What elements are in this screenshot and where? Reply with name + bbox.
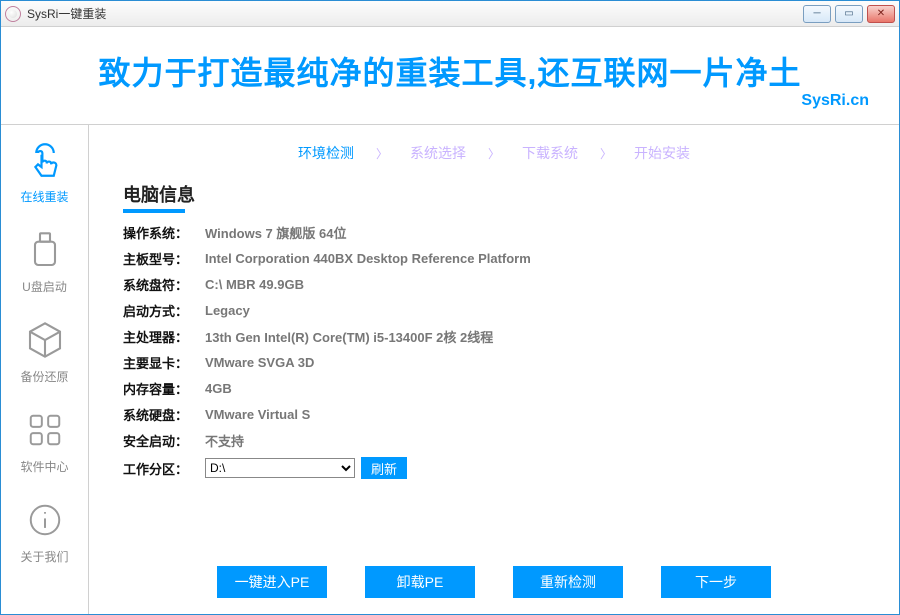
next-button[interactable]: 下一步	[661, 566, 771, 598]
chevron-right-icon: 〉	[600, 145, 612, 162]
sidebar-item-label: 软件中心	[20, 458, 68, 475]
step-download: 下载系统	[522, 143, 578, 163]
info-label: 启动方式：	[123, 301, 205, 320]
box-icon	[21, 316, 69, 364]
info-label: 系统硬盘：	[123, 405, 205, 424]
info-value: Windows 7 旗舰版 64位	[205, 223, 346, 242]
info-value: 13th Gen Intel(R) Core(TM) i5-13400F 2核 …	[205, 327, 493, 346]
info-cpu: 主处理器： 13th Gen Intel(R) Core(TM) i5-1340…	[123, 327, 865, 346]
info-value: VMware SVGA 3D	[205, 355, 314, 370]
grid-icon	[21, 406, 69, 454]
chevron-right-icon: 〉	[376, 145, 388, 162]
info-value: C:\ MBR 49.9GB	[205, 277, 304, 292]
sidebar: 在线重装 U盘启动 备份还原 软件中心	[1, 125, 89, 614]
info-value: VMware Virtual S	[205, 407, 310, 422]
banner: 致力于打造最纯净的重装工具,还互联网一片净土 SysRi.cn	[1, 27, 899, 125]
close-button[interactable]: ✕	[867, 5, 895, 23]
info-gpu: 主要显卡： VMware SVGA 3D	[123, 353, 865, 372]
info-os: 操作系统： Windows 7 旗舰版 64位	[123, 223, 865, 242]
app-logo-icon	[5, 6, 21, 22]
section-underline	[123, 209, 185, 213]
recheck-button[interactable]: 重新检测	[513, 566, 623, 598]
unload-pe-button[interactable]: 卸载PE	[365, 566, 475, 598]
info-label: 主板型号：	[123, 249, 205, 268]
info-label: 主要显卡：	[123, 353, 205, 372]
step-env-check: 环境检测	[298, 143, 354, 163]
info-list: 操作系统： Windows 7 旗舰版 64位 主板型号： Intel Corp…	[123, 223, 865, 552]
refresh-button[interactable]: 刷新	[361, 457, 407, 479]
window-title: SysRi一键重装	[27, 5, 803, 22]
slogan-text: 致力于打造最纯净的重装工具,还互联网一片净土	[99, 48, 802, 94]
sidebar-item-label: U盘启动	[22, 278, 67, 295]
step-indicator: 环境检测 〉 系统选择 〉 下载系统 〉 开始安装	[123, 143, 865, 163]
info-boot: 启动方式： Legacy	[123, 301, 865, 320]
info-value: Intel Corporation 440BX Desktop Referenc…	[205, 251, 531, 266]
info-label: 安全启动：	[123, 431, 205, 450]
sidebar-item-label: 在线重装	[20, 188, 68, 205]
sidebar-item-software-center[interactable]: 软件中心	[1, 395, 88, 485]
sidebar-item-online-reinstall[interactable]: 在线重装	[1, 125, 88, 215]
info-value: 4GB	[205, 381, 232, 396]
footer-buttons: 一键进入PE 卸载PE 重新检测 下一步	[123, 566, 865, 598]
sidebar-item-label: 备份还原	[20, 368, 68, 385]
info-label: 系统盘符：	[123, 275, 205, 294]
info-board: 主板型号： Intel Corporation 440BX Desktop Re…	[123, 249, 865, 268]
sidebar-item-backup-restore[interactable]: 备份还原	[1, 305, 88, 395]
info-work-partition: 工作分区： D:\ 刷新	[123, 457, 865, 479]
info-value: Legacy	[205, 303, 250, 318]
step-system-select: 系统选择	[410, 143, 466, 163]
info-label: 内存容量：	[123, 379, 205, 398]
step-install: 开始安装	[634, 143, 690, 163]
info-value: 不支持	[205, 431, 244, 450]
usb-icon	[21, 226, 69, 274]
titlebar: SysRi一键重装 ─ ▭ ✕	[1, 1, 899, 27]
sidebar-item-usb-boot[interactable]: U盘启动	[1, 215, 88, 305]
touch-icon	[21, 136, 69, 184]
minimize-button[interactable]: ─	[803, 5, 831, 23]
chevron-right-icon: 〉	[488, 145, 500, 162]
info-mem: 内存容量： 4GB	[123, 379, 865, 398]
enter-pe-button[interactable]: 一键进入PE	[217, 566, 327, 598]
main-panel: 环境检测 〉 系统选择 〉 下载系统 〉 开始安装 电脑信息 操作系统： Win…	[89, 125, 899, 614]
sidebar-item-label: 关于我们	[20, 548, 68, 565]
sidebar-item-about[interactable]: 关于我们	[1, 485, 88, 575]
brand-text: SysRi.cn	[801, 92, 869, 110]
info-label: 工作分区：	[123, 459, 205, 478]
info-label: 主处理器：	[123, 327, 205, 346]
info-icon	[21, 496, 69, 544]
info-disk: 系统硬盘： VMware Virtual S	[123, 405, 865, 424]
info-label: 操作系统：	[123, 223, 205, 242]
info-sysdisk: 系统盘符： C:\ MBR 49.9GB	[123, 275, 865, 294]
section-title: 电脑信息	[123, 181, 865, 207]
info-secure-boot: 安全启动： 不支持	[123, 431, 865, 450]
work-partition-select[interactable]: D:\	[205, 458, 355, 478]
maximize-button[interactable]: ▭	[835, 5, 863, 23]
